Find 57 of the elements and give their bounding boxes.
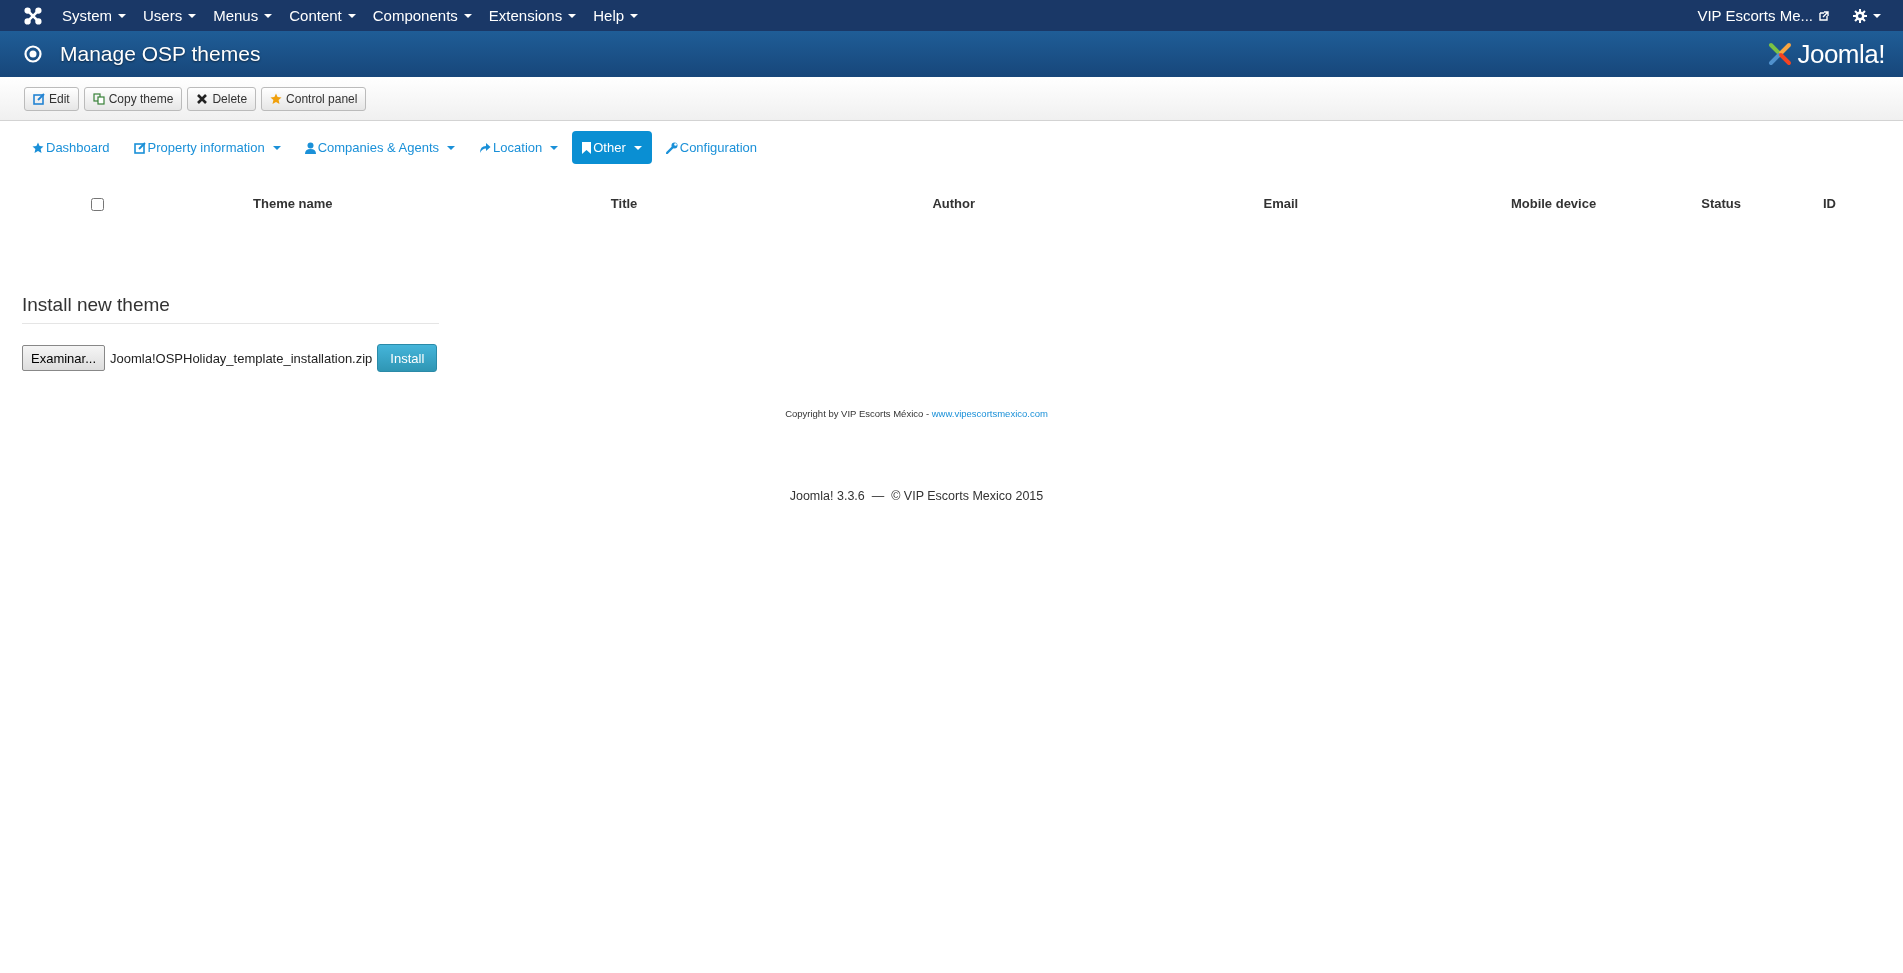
copy-icon: [92, 92, 105, 105]
caret-icon: [118, 13, 126, 18]
website-link[interactable]: www.vipescortsmexico.com: [931, 408, 1048, 420]
caret-icon: [568, 13, 577, 18]
site-link[interactable]: VIP Escorts Me...: [1697, 7, 1813, 24]
joomla-logo-icon[interactable]: [24, 6, 42, 25]
wrench-icon: [665, 141, 678, 154]
caret-icon: [264, 13, 273, 18]
top-menu-item[interactable]: Components: [372, 7, 472, 24]
nav-tab[interactable]: Dashboard: [22, 131, 120, 164]
user-icon: [304, 141, 316, 154]
settings-icon[interactable]: [1853, 8, 1867, 23]
top-menu-item[interactable]: System: [62, 7, 126, 24]
edit-icon: [33, 92, 45, 105]
star-icon: [270, 92, 283, 105]
top-menu-item[interactable]: Help: [593, 7, 639, 24]
top-menu-item[interactable]: Extensions: [488, 7, 577, 24]
top-menu-item[interactable]: Menus: [213, 7, 273, 24]
column-header[interactable]: Email: [1263, 196, 1299, 212]
column-header[interactable]: Mobile device: [1510, 196, 1597, 212]
nav-tab[interactable]: Companies & Agents: [294, 131, 466, 164]
select-all-checkbox[interactable]: [91, 198, 104, 212]
nav-tab[interactable]: Property information: [123, 131, 291, 164]
logo-wordmark: Joomla!: [1797, 38, 1885, 70]
caret-icon: [347, 13, 356, 18]
toolbar-button[interactable]: Copy theme: [83, 86, 183, 111]
curved-arrow-icon: [479, 141, 492, 154]
close-icon: [196, 92, 209, 105]
caret-icon: [463, 13, 472, 18]
column-header[interactable]: Author: [932, 196, 976, 212]
toolbar-button[interactable]: Delete: [187, 86, 257, 111]
section-heading: Install new theme: [22, 294, 439, 325]
toolbar-button[interactable]: Control panel: [261, 86, 367, 111]
nav-tab[interactable]: Other: [572, 131, 652, 164]
column-header[interactable]: Theme name: [253, 196, 333, 212]
target-icon: [24, 45, 42, 63]
external-link-icon: [1819, 10, 1829, 21]
top-menu-item[interactable]: Users: [143, 7, 197, 24]
column-header[interactable]: Title: [610, 196, 638, 212]
file-name: Joomla!OSPHoliday_template_installation.zip: [110, 350, 373, 366]
toolbar-button[interactable]: Edit: [24, 86, 79, 111]
page-title: Manage OSP themes: [60, 42, 261, 66]
nav-tab[interactable]: Location: [469, 131, 569, 164]
caret-icon: [1873, 13, 1881, 18]
nav-tab[interactable]: Configuration: [655, 131, 768, 164]
top-menu-item[interactable]: Content: [289, 7, 356, 24]
column-header[interactable]: Status: [1701, 196, 1741, 212]
edit-icon: [133, 141, 146, 154]
copyright-text: Copyright by VIP Escorts México - www.vipescortsmexico.com: [784, 408, 1049, 420]
caret-icon: [188, 13, 197, 18]
joomla-logo-icon: [1767, 41, 1794, 67]
browse-button[interactable]: Examinar...: [22, 345, 106, 372]
column-header[interactable]: ID: [1823, 196, 1836, 212]
star-icon: [32, 141, 44, 154]
caret-icon: [630, 13, 639, 18]
bookmark-icon: [582, 141, 592, 154]
footer-text: Joomla! 3.3.6 — © VIP Escorts Mexico 2015: [788, 489, 1045, 504]
